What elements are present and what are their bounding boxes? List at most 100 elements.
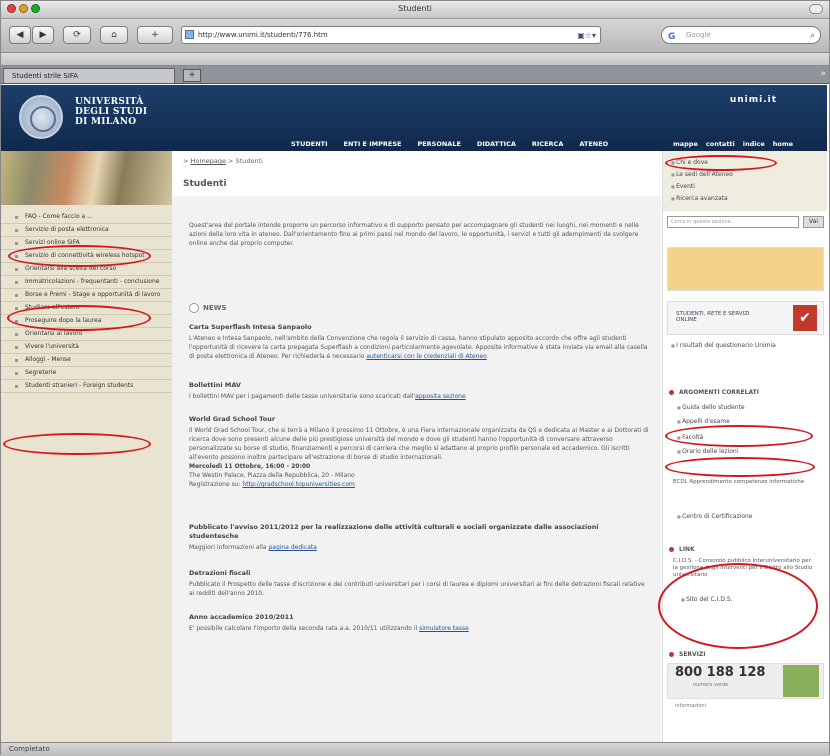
article-link[interactable]: autenticarsi con le credenziali di Atene… [366,353,486,360]
right-link-chi-e-dove[interactable]: Chi e dove [671,159,708,167]
right-link-eventi[interactable]: Eventi [671,183,695,191]
article-link[interactable]: apposita sezione [415,393,466,400]
article-body: Pubblicato il Prospetto delle tasse d'is… [189,581,645,597]
breadcrumb-home[interactable]: Homepage [191,157,226,165]
article-avviso: Pubblicato l'avviso 2011/2012 per la rea… [189,523,649,552]
unimi-brand[interactable]: unimi.it [730,95,777,105]
right-sidebar: Chi e dove Le sedi dell'Ateneo Eventi Ri… [662,151,827,742]
site-favicon-icon [185,30,194,39]
studenti-online-label: STUDENTI, RETE E SERVIZI ONLINE [676,311,750,323]
nav-mappe[interactable]: mappe [673,140,698,148]
right-link-facolta[interactable]: Facoltà [677,434,703,442]
sidebar-item-faq[interactable]: FAQ - Come faccio a ... [1,211,172,224]
phone-number: 800 188 128 [675,665,766,680]
university-name-line2: DEGLI STUDI [75,107,148,117]
search-field[interactable]: G Google ⌕ [661,26,821,44]
sidebar-item-posta[interactable]: Servizio di posta elettronica [1,224,172,237]
university-name[interactable]: UNIVERSITÀ DEGLI STUDI DI MILANO [75,97,147,127]
new-tab-button[interactable]: + [183,69,201,82]
phone-sub: numero verde [693,682,729,688]
university-seal-icon[interactable] [19,95,63,139]
studenti-online-banner[interactable]: STUDENTI, RETE E SERVIZI ONLINE ✔ [667,301,824,335]
right-link-orario[interactable]: Orario delle lezioni [677,448,738,456]
sidebar-item-borse[interactable]: Borse e Premi - Stage e opportunità di l… [1,289,172,302]
sidebar-menu: FAQ - Come faccio a ... Servizio di post… [1,211,172,393]
banner-image[interactable] [667,247,824,291]
article-title: Detrazioni fiscali [189,569,251,577]
right-link-sedi[interactable]: Le sedi dell'Ateneo [671,171,733,179]
sidebar-item-estero[interactable]: Studiare all'estero [1,302,172,315]
argomenti-correlati-heading: ARGOMENTI CORRELATI [669,389,759,396]
nav-indice[interactable]: indice [743,140,765,148]
cids-text: C.I.D.S. - Consorzio pubblico Interunive… [673,558,813,578]
right-link-cids[interactable]: Sito del C.I.D.S. [681,596,733,604]
browser-window: Studenti ◀ ▶ ⟳ ⌂ + http://www.unimi.it/s… [0,0,830,756]
sidebar-item-immatricolazioni[interactable]: Immatricolazioni - frequentanti - conclu… [1,276,172,289]
forward-button[interactable]: ▶ [32,26,54,44]
right-link-certificazione[interactable]: Centro di Certificazione [677,513,752,521]
toolbar-toggle-button[interactable] [809,4,823,14]
link-heading: LINK [669,546,695,553]
sidebar-item-stranieri[interactable]: Studenti stranieri - Foreign students [1,380,172,393]
nav-enti-imprese[interactable]: ENTI E IMPRESE [344,140,402,148]
article-reg-label: Registrazione su: [189,481,241,488]
right-search-button[interactable]: Vai [803,216,824,228]
web-page: UNIVERSITÀ DEGLI STUDI DI MILANO unimi.i… [1,85,827,742]
back-button[interactable]: ◀ [9,26,31,44]
nav-ricerca[interactable]: RICERCA [532,140,563,148]
reload-button[interactable]: ⟳ [63,26,91,44]
sidebar-item-vivere[interactable]: Vivere l'università [1,341,172,354]
google-icon: G [668,32,676,42]
article-superflash: Carta Superflash Intesa Sanpaolo L'Atene… [189,323,649,361]
url-text: http://www.unimi.it/studenti/776.htm [198,31,328,39]
breadcrumb-current: Studenti [235,157,263,165]
news-heading: NEWS [189,303,226,313]
article-link[interactable]: pagina dedicata [268,544,316,551]
nav-studenti[interactable]: STUDENTI [291,140,328,148]
right-link-appelli[interactable]: Appelli d'esame [677,418,730,426]
article-body: Il World Grad School Tour, che si terrà … [189,427,649,461]
nav-personale[interactable]: PERSONALE [417,140,460,148]
sidebar-item-alloggi[interactable]: Alloggi - Mense [1,354,172,367]
nav-contatti[interactable]: contatti [706,140,735,148]
servizi-heading: SERVIZI [669,651,706,658]
breadcrumb-sep-icon: > [183,157,189,165]
article-body: Maggiori informazioni alla [189,544,267,551]
sidebar-item-lavoro[interactable]: Orientarsi al lavoro [1,328,172,341]
article-link[interactable]: simulatore tasse [419,625,469,632]
home-button[interactable]: ⌂ [100,26,128,44]
university-name-line3: DI MILANO [75,117,137,127]
tab-studenti[interactable]: Studenti strile SIFA [3,68,175,83]
nav-ateneo[interactable]: ATENEO [579,140,608,148]
sidebar-item-proseguire[interactable]: Proseguire dopo la laurea [1,315,172,328]
article-date: Mercoledì 11 Ottobre, 16:00 - 20:00 [189,463,311,470]
right-link-questionario[interactable]: I risultati del questionario Unimia [671,342,811,350]
add-bookmark-button[interactable]: + [137,26,173,44]
phone-caption: informazioni [675,703,706,709]
tab-overflow-icon[interactable]: » [820,69,826,79]
right-link-ricerca[interactable]: Ricerca avanzata [671,195,728,203]
article-link[interactable]: http://gradschool.topuniversities.com [242,481,354,488]
article-grad-school: World Grad School Tour Il World Grad Sch… [189,415,649,489]
sidebar-item-wireless[interactable]: Servizio di connettività wireless hotspo… [1,250,172,263]
article-body: E' possibile calcolare l'importo della s… [189,625,418,632]
search-placeholder: Google [686,31,711,39]
nav-home[interactable]: home [773,140,793,148]
sidebar-item-sifa[interactable]: Servizi online SIFA [1,237,172,250]
browser-toolbar: ◀ ▶ ⟳ ⌂ + http://www.unimi.it/studenti/7… [1,19,829,53]
checkbox-icon: ✔ [793,305,817,331]
left-sidebar: FAQ - Come faccio a ... Servizio di post… [1,151,172,742]
sidebar-item-segreterie[interactable]: Segreterie [1,367,172,380]
university-name-line1: UNIVERSITÀ [75,97,144,107]
article-place: The Westin Palace, Piazza della Repubbli… [189,472,355,479]
right-search-input[interactable]: Cerca in questa sezione... [667,216,799,228]
article-title: World Grad School Tour [189,415,276,423]
utility-nav: mappe contatti indice home [673,140,801,148]
right-link-guida[interactable]: Guida dello studente [677,404,745,412]
article-title: Carta Superflash Intesa Sanpaolo [189,323,312,331]
url-field[interactable]: http://www.unimi.it/studenti/776.htm ▣☆▾ [181,26,601,44]
sidebar-item-orientarsi-corso[interactable]: Orientarsi alla scelta del corso [1,263,172,276]
breadcrumb-sep2-icon: > [228,157,234,165]
nav-didattica[interactable]: DIDATTICA [477,140,516,148]
rss-bookmark-icon[interactable]: ▣☆▾ [577,28,596,44]
